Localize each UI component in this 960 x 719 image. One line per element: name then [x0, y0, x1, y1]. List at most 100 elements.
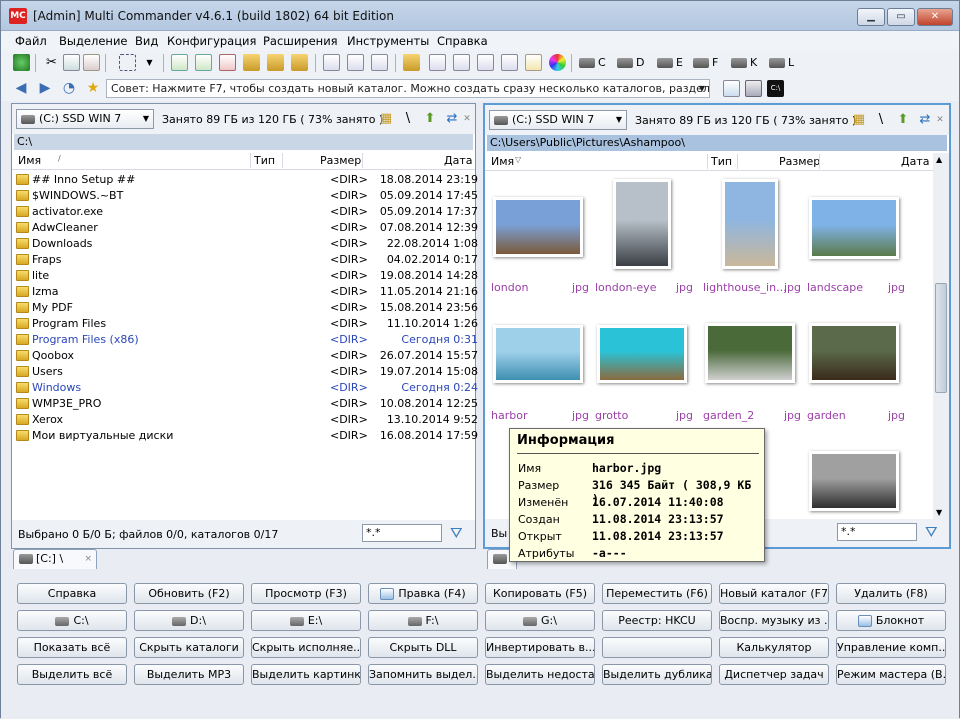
function-button[interactable]: C:\ [17, 610, 127, 631]
table-row[interactable]: Fraps <DIR> 04.02.2014 0:17 [14, 252, 478, 268]
left-tab-c[interactable]: [C:] \ × [13, 549, 97, 569]
column-size[interactable]: Размер [779, 155, 820, 168]
function-button[interactable]: E:\ [251, 610, 361, 631]
color-wheel-icon[interactable] [549, 54, 566, 71]
title-bar[interactable]: MC [Admin] Multi Commander v4.6.1 (build… [1, 1, 959, 31]
delete-file-icon[interactable] [219, 54, 236, 71]
function-button[interactable]: Запомнить выдел... [368, 664, 478, 685]
root-folder-icon[interactable]: \ [873, 112, 889, 128]
function-button[interactable]: Реестр: HKCU [602, 610, 712, 631]
filter-funnel-icon[interactable]: ⛛ [450, 524, 468, 542]
column-separator[interactable] [282, 153, 283, 168]
copy-file-icon[interactable] [195, 54, 212, 71]
edit-icon[interactable] [525, 54, 542, 71]
table-row[interactable]: AdwCleaner <DIR> 07.08.2014 12:39 [14, 220, 478, 236]
scroll-down-icon[interactable]: ▼ [936, 508, 942, 517]
drive-button-f[interactable]: F [693, 54, 718, 72]
menu-file[interactable]: Файл [15, 34, 47, 48]
maximize-button[interactable]: ▭ [887, 8, 915, 26]
column-separator[interactable] [737, 154, 738, 169]
right-path-bar[interactable]: C:\Users\Public\Pictures\Ashampoo\ [487, 135, 947, 151]
left-panel[interactable]: (C:) SSD WIN 7 ▼ Занято 89 ГБ из 120 ГБ (… [11, 103, 478, 549]
properties-icon[interactable] [429, 54, 446, 71]
search-icon[interactable] [323, 54, 340, 71]
column-separator[interactable] [707, 154, 708, 169]
table-row[interactable]: My PDF <DIR> 15.08.2014 23:56 [14, 300, 478, 316]
table-row[interactable]: WMP3E_PRO <DIR> 10.08.2014 12:25 [14, 396, 478, 412]
archive-icon[interactable] [243, 54, 260, 71]
function-button[interactable]: Выделить всё [17, 664, 127, 685]
scroll-up-icon[interactable]: ▲ [936, 155, 942, 164]
table-row[interactable]: $WINDOWS.~BT <DIR> 05.09.2014 17:45 [14, 188, 478, 204]
table-row[interactable]: Мои виртуальные диски <DIR> 16.08.2014 17:… [14, 428, 478, 444]
drive-button-d[interactable]: D [617, 54, 644, 72]
function-button[interactable]: Просмотр (F3) [251, 583, 361, 604]
dropdown-arrow-icon[interactable]: ▼ [141, 54, 158, 71]
tab-close-icon[interactable]: × [84, 550, 92, 568]
column-type[interactable]: Тип [254, 154, 275, 167]
column-type[interactable]: Тип [711, 155, 732, 168]
right-drive-selector[interactable]: (C:) SSD WIN 7 ▼ [489, 110, 627, 130]
table-row[interactable]: Downloads <DIR> 22.08.2014 1:08 [14, 236, 478, 252]
left-filter-input[interactable]: *.* [362, 524, 442, 542]
table-row[interactable]: Izma <DIR> 11.05.2014 21:16 [14, 284, 478, 300]
forward-arrow-icon[interactable]: ▶ [37, 80, 53, 96]
table-row[interactable]: Program Files <DIR> 11.10.2014 1:26 [14, 316, 478, 332]
function-button[interactable]: Выделить картинки [251, 664, 361, 685]
function-button[interactable]: Диспетчер задач [719, 664, 829, 685]
drive-button-c[interactable]: C [579, 54, 606, 72]
folder-tree-icon[interactable]: ▦ [378, 111, 394, 127]
clipboard-icon[interactable] [477, 54, 494, 71]
table-row[interactable]: Xerox <DIR> 13.10.2014 9:52 [14, 412, 478, 428]
function-button[interactable]: Новый каталог (F7) [719, 583, 829, 604]
table-row[interactable]: ## Inno Setup ## <DIR> 18.08.2014 23:19 [14, 172, 478, 188]
function-button[interactable] [602, 637, 712, 658]
function-button[interactable]: Скрыть DLL [368, 637, 478, 658]
copy-icon[interactable] [63, 54, 80, 71]
history-icon[interactable]: ◔ [61, 80, 77, 96]
column-name[interactable]: Имя [18, 154, 41, 167]
drive-button-k[interactable]: K [731, 54, 757, 72]
table-row[interactable]: Users <DIR> 19.07.2014 15:08 [14, 364, 478, 380]
function-button[interactable]: Правка (F4) [368, 583, 478, 604]
calculator-icon[interactable] [745, 80, 762, 97]
function-button[interactable]: Скрыть каталоги [134, 637, 244, 658]
up-folder-icon[interactable]: ⬆ [895, 112, 911, 128]
scrollbar-thumb[interactable] [935, 283, 947, 393]
root-folder-icon[interactable]: \ [400, 111, 416, 127]
function-button[interactable]: Калькулятор [719, 637, 829, 658]
drive-button-e[interactable]: E [657, 54, 683, 72]
left-path-bar[interactable]: C:\ [14, 134, 473, 150]
thumbnail-item[interactable]: lighthouse_in... jpg [703, 177, 801, 297]
function-button[interactable]: G:\ [485, 610, 595, 631]
chevron-down-icon[interactable]: ▼ [699, 80, 705, 97]
left-drive-selector[interactable]: (C:) SSD WIN 7 ▼ [16, 109, 154, 129]
function-button[interactable]: Выделить дублика... [602, 664, 712, 685]
folder-tree-icon[interactable]: ▦ [851, 112, 867, 128]
thumbnail-item[interactable]: harbor jpg [491, 305, 589, 425]
menu-configuration[interactable]: Конфигурация [167, 34, 256, 48]
right-vertical-scrollbar[interactable]: ▲ ▼ [933, 153, 949, 519]
swap-panels-icon[interactable]: ⇄ [444, 111, 460, 127]
compare-icon[interactable] [347, 54, 364, 71]
function-button[interactable]: Инвертировать в... [485, 637, 595, 658]
function-button[interactable]: F:\ [368, 610, 478, 631]
menu-help[interactable]: Справка [437, 34, 488, 48]
paste-icon[interactable] [83, 54, 100, 71]
menu-extensions[interactable]: Расширения [263, 34, 338, 48]
column-separator[interactable] [819, 154, 820, 169]
pack-icon[interactable] [267, 54, 284, 71]
function-button[interactable]: Копировать (F5) [485, 583, 595, 604]
thumbnail-item[interactable]: landscape jpg [807, 177, 905, 297]
function-button[interactable]: Воспр. музыку из ... [719, 610, 829, 631]
minimize-button[interactable]: ▁ [857, 8, 885, 26]
function-button[interactable]: Режим мастера (В... [836, 664, 946, 685]
thumbnail-item[interactable]: garden jpg [807, 305, 905, 425]
column-size[interactable]: Размер [320, 154, 361, 167]
function-button[interactable]: Удалить (F8) [836, 583, 946, 604]
table-row[interactable]: Qoobox <DIR> 26.07.2014 15:57 [14, 348, 478, 364]
up-folder-icon[interactable]: ⬆ [422, 111, 438, 127]
menu-tools[interactable]: Инструменты [347, 34, 429, 48]
refresh-icon[interactable] [13, 54, 30, 71]
right-filter-input[interactable]: *.* [837, 523, 917, 541]
